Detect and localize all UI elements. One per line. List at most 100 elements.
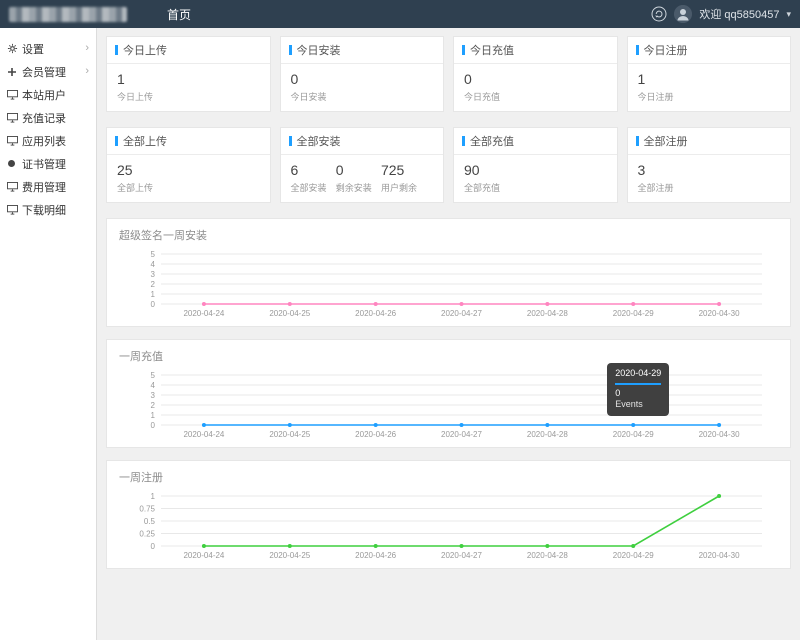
sidebar: 设置 › 会员管理 › 本站用户 充值记录 应用列表 [0,28,97,640]
line-chart-weekly-install[interactable]: 0123452020-04-242020-04-252020-04-262020… [119,248,778,320]
svg-text:2020-04-25: 2020-04-25 [269,430,310,439]
chevron-right-icon: › [85,66,89,77]
card-body: 3 全部注册 [628,155,791,202]
chart-panel-weekly-recharge: 一周充值 0123452020-04-242020-04-252020-04-2… [106,339,791,448]
stat-card-today-install: 今日安装 0 今日安装 [280,36,445,112]
svg-text:0: 0 [151,542,156,551]
logo [9,7,127,22]
dot-icon [7,159,22,168]
svg-text:3: 3 [151,270,156,279]
line-chart-weekly-recharge[interactable]: 0123452020-04-242020-04-252020-04-262020… [119,369,778,441]
metric-label: 用户剩余 [381,181,417,194]
metric-value: 0 [336,162,372,178]
svg-text:2020-04-27: 2020-04-27 [441,309,482,318]
data-point [631,302,635,306]
card-body: 0 今日安装 [281,64,444,111]
svg-text:0: 0 [151,300,156,309]
tab-home[interactable]: 首页 [167,6,191,23]
metric-value: 25 [117,162,153,178]
card-title: 全部安装 [297,133,341,149]
user-avatar[interactable] [674,5,692,23]
metric-value: 1 [638,71,674,87]
accent-bar [462,136,465,146]
card-title: 今日充值 [470,42,514,58]
svg-text:4: 4 [151,381,156,390]
svg-text:2020-04-26: 2020-04-26 [355,309,396,318]
svg-text:2020-04-24: 2020-04-24 [183,551,224,560]
svg-text:1: 1 [151,411,156,420]
stat-card-total-install: 全部安装 6 全部安装 0 剩余安装 725 用户剩余 [280,127,445,203]
svg-text:1: 1 [151,290,156,299]
sidebar-item-certificate-management[interactable]: 证书管理 [0,152,96,175]
data-point [545,423,549,427]
metric: 1 今日注册 [638,71,674,103]
gear-icon [7,43,22,54]
data-point [288,544,292,548]
svg-text:2020-04-29: 2020-04-29 [613,309,654,318]
svg-text:2020-04-30: 2020-04-30 [699,309,740,318]
refresh-icon[interactable] [651,6,667,22]
accent-bar [115,136,118,146]
data-point [202,544,206,548]
metric-value: 725 [381,162,417,178]
metric: 6 全部安装 [291,162,327,194]
card-title: 今日注册 [644,42,688,58]
metric-value: 0 [464,71,500,87]
svg-text:0: 0 [151,421,156,430]
sidebar-item-fee-management[interactable]: 费用管理 [0,175,96,198]
layout: 设置 › 会员管理 › 本站用户 充值记录 应用列表 [0,28,800,640]
chart-panel-weekly-register: 一周注册 00.250.50.7512020-04-242020-04-2520… [106,460,791,569]
card-title: 今日安装 [297,42,341,58]
card-body: 6 全部安装 0 剩余安装 725 用户剩余 [281,155,444,202]
svg-text:2: 2 [151,401,156,410]
sidebar-item-label: 证书管理 [22,156,66,172]
sidebar-item-download-details[interactable]: 下载明细 [0,198,96,221]
topbar-right: 欢迎 qq5850457 ▾ [651,5,791,23]
card-header: 全部充值 [454,128,617,155]
card-header: 全部上传 [107,128,270,155]
caret-down-icon[interactable]: ▾ [786,9,791,20]
data-point [545,544,549,548]
chart-svg: 0123452020-04-242020-04-252020-04-262020… [119,248,778,320]
sidebar-item-site-users[interactable]: 本站用户 [0,83,96,106]
card-title: 今日上传 [123,42,167,58]
data-point [202,302,206,306]
line-chart-weekly-register[interactable]: 00.250.50.7512020-04-242020-04-252020-04… [119,490,778,562]
svg-text:2020-04-28: 2020-04-28 [527,309,568,318]
welcome-text[interactable]: 欢迎 qq5850457 [699,6,779,22]
svg-text:2020-04-30: 2020-04-30 [699,430,740,439]
data-point [460,544,464,548]
metric-label: 今日安装 [291,90,327,103]
accent-bar [115,45,118,55]
svg-text:0.25: 0.25 [139,530,155,539]
svg-text:2020-04-26: 2020-04-26 [355,551,396,560]
sidebar-item-app-list[interactable]: 应用列表 [0,129,96,152]
stat-cards-row-today: 今日上传 1 今日上传 今日安装 0 今日安装 [106,36,791,112]
card-header: 今日上传 [107,37,270,64]
stat-cards-row-total: 全部上传 25 全部上传 全部安装 6 全部安装 [106,127,791,203]
card-header: 今日注册 [628,37,791,64]
metric: 0 今日充值 [464,71,500,103]
svg-text:2020-04-28: 2020-04-28 [527,430,568,439]
accent-bar [289,136,292,146]
sidebar-item-member-management[interactable]: 会员管理 › [0,60,96,83]
sidebar-item-label: 会员管理 [22,64,66,80]
accent-bar [636,136,639,146]
accent-bar [636,45,639,55]
metric-value: 6 [291,162,327,178]
topbar: 首页 欢迎 qq5850457 ▾ [0,0,800,28]
plus-icon [7,67,22,77]
svg-text:0.5: 0.5 [144,517,156,526]
card-header: 全部注册 [628,128,791,155]
charts-section: 超级签名一周安装 0123452020-04-242020-04-252020-… [106,218,791,569]
card-body: 25 全部上传 [107,155,270,202]
svg-text:2020-04-29: 2020-04-29 [613,430,654,439]
main-content: 今日上传 1 今日上传 今日安装 0 今日安装 [97,28,800,640]
sidebar-item-recharge-records[interactable]: 充值记录 [0,106,96,129]
stat-card-today-upload: 今日上传 1 今日上传 [106,36,271,112]
data-point [460,302,464,306]
data-point [717,302,721,306]
sidebar-item-settings[interactable]: 设置 › [0,37,96,60]
chart-title: 一周注册 [119,469,778,485]
stat-card-total-upload: 全部上传 25 全部上传 [106,127,271,203]
